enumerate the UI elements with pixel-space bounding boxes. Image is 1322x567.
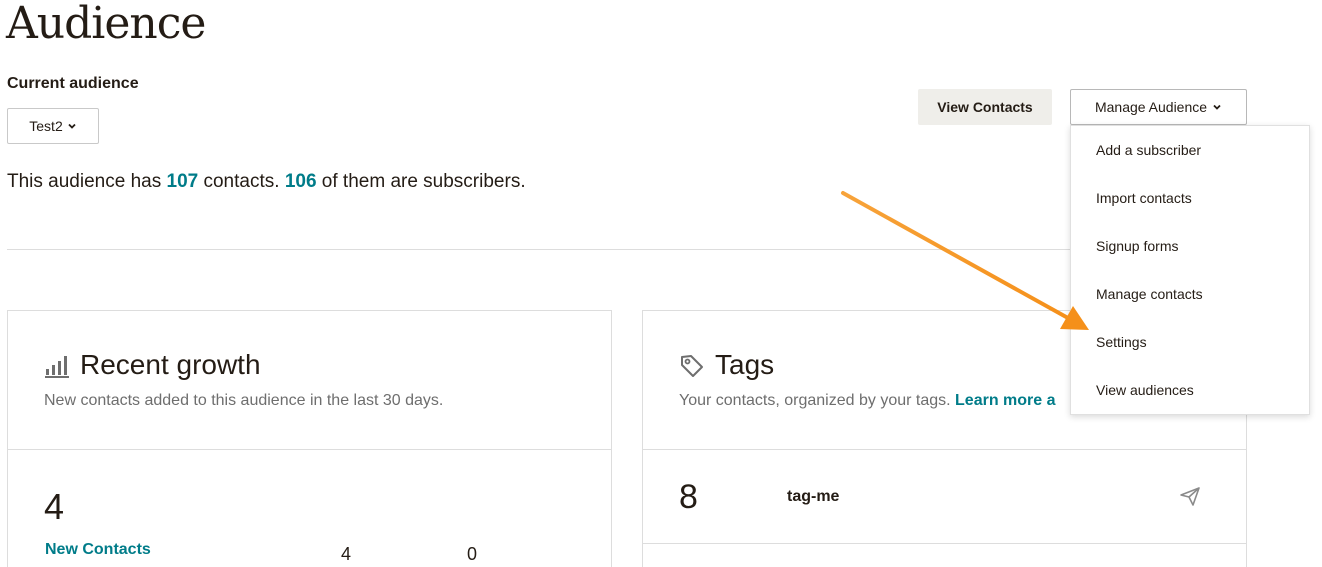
divider bbox=[7, 249, 1107, 250]
summary-prefix: This audience has bbox=[7, 171, 167, 192]
tag-icon bbox=[681, 355, 703, 377]
growth-value: 4 bbox=[341, 544, 352, 564]
chevron-down-icon bbox=[1213, 104, 1221, 110]
tags-subtitle-text: Your contacts, organized by your tags. bbox=[679, 392, 951, 409]
contacts-count: 107 bbox=[166, 171, 199, 192]
audience-page: Audience Current audience Test2 This aud… bbox=[0, 0, 1322, 567]
recent-growth-title: Recent growth bbox=[80, 349, 261, 380]
page-title: Audience bbox=[6, 0, 206, 49]
subscribers-count: 106 bbox=[284, 171, 317, 192]
learn-more-link[interactable]: Learn more a bbox=[955, 392, 1055, 409]
menu-item-add-subscriber[interactable]: Add a subscriber bbox=[1096, 142, 1201, 158]
current-audience-label: Current audience bbox=[7, 75, 139, 92]
menu-item-manage-contacts[interactable]: Manage contacts bbox=[1096, 286, 1203, 302]
recent-growth-card: Recent growth New contacts added to this… bbox=[7, 310, 612, 567]
new-contacts-link[interactable]: New Contacts bbox=[45, 541, 151, 559]
view-contacts-button[interactable]: View Contacts bbox=[918, 89, 1052, 125]
summary-mid: contacts. bbox=[198, 171, 285, 192]
summary-suffix: of them are subscribers. bbox=[316, 171, 526, 192]
tag-count: 8 bbox=[679, 478, 698, 516]
tags-title: Tags bbox=[715, 349, 775, 380]
send-icon[interactable] bbox=[1179, 485, 1201, 507]
menu-item-view-audiences[interactable]: View audiences bbox=[1096, 382, 1194, 398]
audience-summary: This audience has 107 contacts. 106 of t… bbox=[7, 171, 526, 193]
manage-audience-menu: Add a subscriber Import contacts Signup … bbox=[1070, 125, 1310, 415]
menu-item-import-contacts[interactable]: Import contacts bbox=[1096, 190, 1192, 206]
menu-item-signup-forms[interactable]: Signup forms bbox=[1096, 238, 1178, 254]
recent-growth-subtitle: New contacts added to this audience in t… bbox=[44, 392, 444, 409]
growth-value: 0 bbox=[467, 544, 478, 564]
menu-item-settings[interactable]: Settings bbox=[1096, 334, 1147, 350]
card-separator bbox=[643, 543, 1246, 544]
card-separator bbox=[643, 449, 1246, 450]
audience-select-value: Test2 bbox=[29, 118, 63, 134]
bar-chart-icon bbox=[45, 356, 69, 378]
audience-select[interactable]: Test2 bbox=[7, 108, 99, 144]
new-contacts-count: 4 bbox=[44, 486, 65, 527]
tags-subtitle: Your contacts, organized by your tags. L… bbox=[679, 392, 1056, 410]
card-separator bbox=[8, 449, 611, 450]
chevron-down-icon bbox=[68, 123, 76, 129]
tag-name[interactable]: tag-me bbox=[787, 488, 839, 506]
manage-audience-button[interactable]: Manage Audience bbox=[1070, 89, 1247, 125]
manage-audience-label: Manage Audience bbox=[1094, 99, 1208, 115]
